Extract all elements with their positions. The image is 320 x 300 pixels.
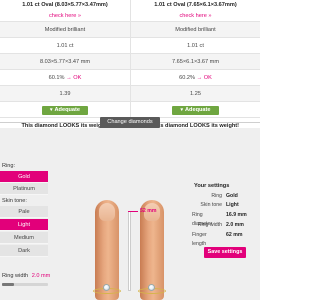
finger-length-indicator: 52 mm <box>140 208 157 214</box>
check-here-link[interactable]: check here » <box>131 10 260 22</box>
finger-length-marker[interactable] <box>128 211 138 212</box>
settings-value: 16.9 mm <box>226 212 247 218</box>
finger-length-scale <box>128 211 131 291</box>
check-here-link[interactable]: check here » <box>0 10 130 22</box>
left-fingernail <box>99 203 115 221</box>
dimensions-value: 8.03×5.77×3.47 mm <box>0 54 130 70</box>
ratio-status: OK <box>73 75 82 81</box>
ring-width-value: 2.0 mm <box>31 273 51 279</box>
chevron-down-icon: ▾ <box>180 107 183 113</box>
arrow-icon: → <box>196 75 203 81</box>
arrow-icon: → <box>66 75 72 81</box>
ring-width-row: Ring width 2.0 mm <box>2 273 50 279</box>
settings-row-ring: Ring Gold <box>192 192 258 201</box>
dimensions-value: 7.65×6.1×3.67 mm <box>131 54 260 70</box>
chevron-down-icon: ▾ <box>49 107 53 113</box>
ring-option-platinum[interactable]: Platinum <box>0 183 48 195</box>
settings-row-ring-width: Ring width 2.0 mm <box>192 221 258 230</box>
diamond-title: 1.01 ct Oval (8.03×5.77×3.47mm) <box>22 2 108 8</box>
settings-label: Ring <box>211 193 222 199</box>
ring-width-slider-fill <box>2 283 14 286</box>
right-diamond-icon <box>148 284 155 291</box>
rating-row: ▾ Adequate <box>131 102 260 118</box>
adequate-badge: ▾ Adequate <box>41 106 88 115</box>
carat-value: 1.01 ct <box>0 38 130 54</box>
ring-option-gold[interactable]: Gold <box>0 171 48 183</box>
skin-tone-label: Skin tone: <box>2 198 27 204</box>
settings-row-finger-length: Finger length 62 mm <box>192 231 258 247</box>
lw-ratio-value: 1.39 <box>0 86 130 102</box>
adequate-badge: ▾ Adequate <box>172 106 219 115</box>
rating-row: ▾ Adequate <box>0 102 130 118</box>
ring-label: Ring: <box>2 163 16 169</box>
settings-value: 62 mm <box>226 232 243 238</box>
ring-width-slider[interactable] <box>2 283 48 286</box>
settings-value: Light <box>226 202 239 208</box>
diamond-column-1: 1.01 ct Oval (8.03×5.77×3.47mm) check he… <box>0 0 130 134</box>
change-diamonds-button[interactable]: Change diamonds <box>100 117 160 128</box>
diamond-title: 1.01 ct Oval (7.65×6.1×3.67mm) <box>154 2 237 8</box>
left-diamond-icon <box>103 284 110 291</box>
ring-width-label: Ring width <box>2 273 29 279</box>
settings-label: Ring width <box>197 222 222 228</box>
cut-value: Modified brilliant <box>0 22 130 38</box>
diamond-comparison: 1.01 ct Oval (8.03×5.77×3.47mm) check he… <box>0 0 260 134</box>
depth-ratio-value: 60.1% <box>48 75 65 81</box>
settings-title: Your settings <box>194 183 230 189</box>
depth-ratio-value: 60.2% <box>179 75 196 81</box>
settings-label: Skin tone <box>200 202 222 208</box>
skin-option-light[interactable]: Light <box>0 219 48 231</box>
depth-ratio-row: 60.2% → OK <box>131 70 260 86</box>
diamond-column-2: 1.01 ct Oval (7.65×6.1×3.67mm) check her… <box>130 0 260 134</box>
depth-ratio-row: 60.1% → OK <box>0 70 130 86</box>
skin-option-medium[interactable]: Medium <box>0 232 48 244</box>
skin-option-dark[interactable]: Dark <box>0 245 48 257</box>
skin-option-pale[interactable]: Pale <box>0 206 48 218</box>
ratio-status: OK <box>203 75 212 81</box>
settings-value: Gold <box>226 193 238 199</box>
settings-row-ring-diameter: Ring diameter 16.9 mm <box>192 211 258 227</box>
save-settings-button[interactable]: Save settings <box>204 247 246 258</box>
cut-value: Modified brilliant <box>131 22 260 38</box>
settings-row-skin-tone: Skin tone Light <box>192 201 258 210</box>
settings-value: 2.0 mm <box>226 222 244 228</box>
carat-value: 1.01 ct <box>131 38 260 54</box>
lw-ratio-value: 1.25 <box>131 86 260 102</box>
